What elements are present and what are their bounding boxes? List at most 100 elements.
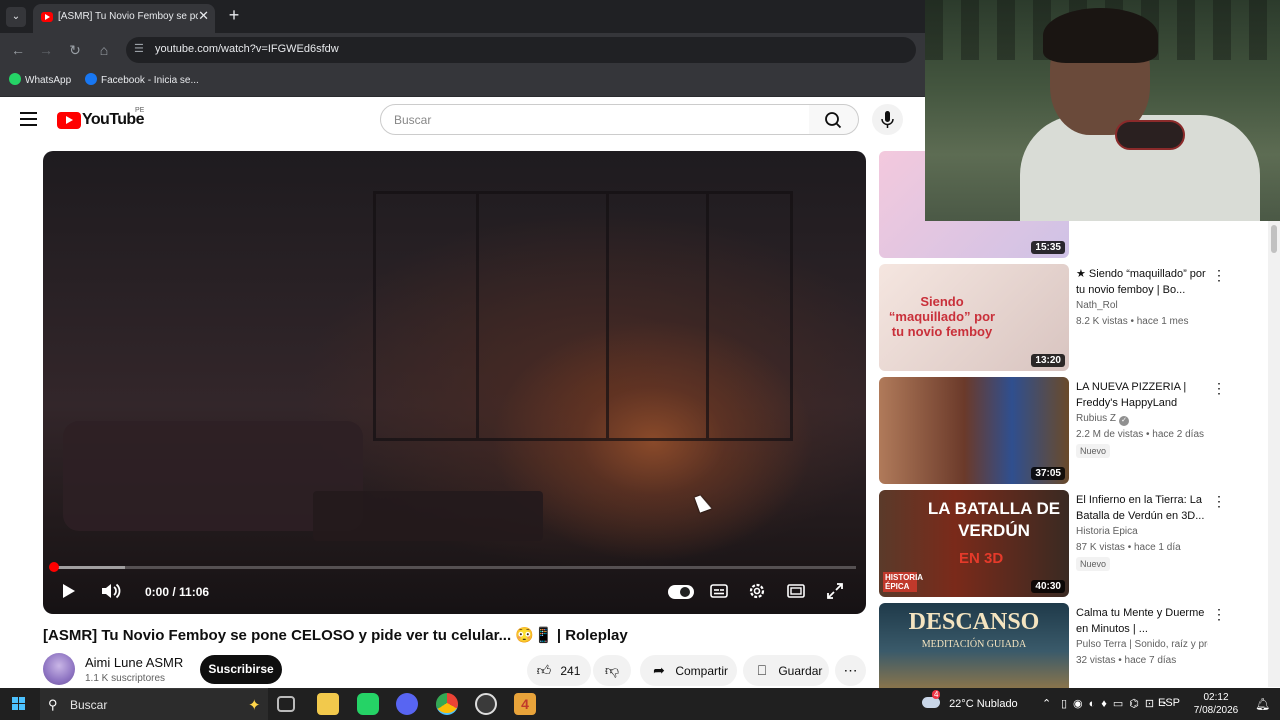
taskbar-search[interactable]: ⚲ Buscar ✦: [40, 688, 268, 720]
progress-bar[interactable]: [53, 566, 856, 569]
recommended-title[interactable]: El Infierno en la Tierra: La Batalla de …: [1076, 492, 1208, 524]
video-thumbnail[interactable]: LA BATALLA DE VERDÚN EN 3D HISTORIA ÉPIC…: [879, 490, 1069, 597]
url-text: youtube.com/watch?v=IFGWEd6sfdw: [155, 43, 339, 55]
whatsapp-icon[interactable]: [357, 693, 379, 715]
video-thumbnail[interactable]: DESCANSO MEDITACIÓN GUIADA: [879, 603, 1069, 688]
task-view-icon[interactable]: [277, 696, 295, 712]
language-indicator[interactable]: ESP: [1158, 697, 1180, 709]
video-thumbnail[interactable]: Siendo “maquillado” por tu novio femboy …: [879, 264, 1069, 371]
chrome-icon[interactable]: [436, 693, 458, 715]
miniplayer-button[interactable]: [786, 581, 806, 604]
recommended-meta: 32 vistas • hace 7 días: [1076, 655, 1177, 666]
dislike-button[interactable]: 👎︎: [593, 655, 631, 686]
search-icon: [825, 112, 842, 129]
recommended-video[interactable]: Siendo “maquillado” por tu novio femboy …: [879, 264, 1229, 371]
subtitles-button[interactable]: [709, 581, 729, 604]
fullscreen-button[interactable]: [825, 581, 845, 604]
bookmark-whatsapp[interactable]: WhatsApp: [9, 73, 71, 89]
recommended-channel[interactable]: Historia Épica: [1076, 526, 1208, 537]
obs-icon[interactable]: [475, 693, 497, 715]
verified-check-icon: ✓: [1119, 416, 1130, 426]
show-hidden-icons[interactable]: ⌃: [1042, 697, 1051, 710]
home-icon[interactable]: ⌂: [94, 40, 114, 60]
thumbs-up-icon: 👍︎: [536, 662, 552, 678]
volume-icon: [102, 583, 121, 599]
recommended-channel[interactable]: Pulso Terra | Sonido, raíz y prese...: [1076, 639, 1208, 650]
country-code: PE: [135, 107, 145, 114]
file-explorer-icon[interactable]: [317, 693, 339, 715]
video-player[interactable]: 0:00 / 11:06: [43, 151, 866, 614]
reload-icon[interactable]: ↻: [65, 40, 85, 60]
share-button[interactable]: ➦ Compartir: [640, 655, 737, 686]
more-actions-button[interactable]: ⋯: [835, 655, 866, 686]
recommended-channel[interactable]: Rubius Z ✓: [1076, 413, 1208, 426]
volume-button[interactable]: [100, 581, 122, 604]
save-button[interactable]: ⎕ Guardar: [743, 655, 829, 686]
subscribe-button[interactable]: Suscribirse: [200, 655, 282, 684]
duration-badge: 13:20: [1031, 354, 1065, 367]
close-tab-icon[interactable]: ✕: [198, 8, 209, 24]
recommended-video[interactable]: DESCANSO MEDITACIÓN GUIADA Calma tu Ment…: [879, 603, 1229, 688]
back-arrow-icon[interactable]: ←: [8, 40, 28, 60]
recommended-title[interactable]: ★ Siendo “maquillado” por tu novio fembo…: [1076, 266, 1208, 298]
recommended-title[interactable]: Calma tu Mente y Duerme en Minutos | ...: [1076, 605, 1208, 637]
hamburger-menu-icon[interactable]: [20, 112, 37, 126]
recommended-video[interactable]: LA BATALLA DE VERDÚN EN 3D HISTORIA ÉPIC…: [879, 490, 1229, 597]
notification-bell-icon[interactable]: 🔔︎: [1255, 697, 1270, 711]
clock[interactable]: 02:12 7/08/2026: [1186, 691, 1246, 717]
search-icon: ⚲: [48, 697, 58, 712]
youtube-logo[interactable]: YouTube PE: [57, 107, 144, 129]
voice-search-button[interactable]: [872, 104, 903, 135]
bookmark-label: WhatsApp: [25, 75, 72, 86]
new-tab-button[interactable]: +: [224, 5, 244, 25]
channel-avatar[interactable]: [43, 653, 75, 685]
youtube-play-logo-icon: [57, 111, 81, 129]
microphone-icon: [881, 111, 894, 128]
search-input[interactable]: Buscar: [380, 104, 810, 135]
forward-arrow-icon[interactable]: →: [36, 40, 56, 60]
channel-label: Rubius Z: [1076, 413, 1117, 424]
scrollbar-thumb[interactable]: [1271, 225, 1277, 253]
thumbnail-overlay-subtext: EN 3D: [959, 550, 1004, 567]
tab-search-button[interactable]: ⌄: [6, 7, 26, 27]
recommended-meta: 2.2 M de vistas • hace 2 días: [1076, 429, 1205, 440]
time-display: 0:00 / 11:06: [145, 585, 210, 599]
thumbnail-overlay-text: LA BATALLA DE VERDÚN: [927, 499, 1061, 540]
cloud-icon: 4: [922, 690, 941, 708]
autoplay-toggle[interactable]: [668, 585, 694, 599]
more-horizontal-icon: ⋯: [843, 662, 858, 678]
gear-icon: [749, 583, 765, 599]
discord-icon[interactable]: [396, 693, 418, 715]
thumbnail-overlay-text: DESCANSO: [908, 609, 1040, 635]
new-badge: Nuevo: [1076, 444, 1111, 458]
tab-title: [ASMR] Tu Novio Femboy se pc: [58, 11, 198, 22]
like-button[interactable]: 👍︎ 241: [527, 655, 591, 686]
more-vertical-icon[interactable]: ⋮: [1212, 381, 1226, 395]
bookmark-facebook[interactable]: Facebook - Inicia se...: [85, 73, 199, 89]
play-button[interactable]: [60, 581, 78, 604]
system-tray-icons[interactable]: ▯◉◐♦▭⌬⊡◔: [1061, 697, 1173, 710]
duration-badge: 40:30: [1031, 580, 1065, 593]
recommended-title[interactable]: LA NUEVA PIZZERIA | Freddy's HappyLand: [1076, 379, 1208, 411]
channel-name[interactable]: Aimi Lune ASMR: [85, 655, 183, 670]
browser-tab[interactable]: [ASMR] Tu Novio Femboy se pc ✕: [33, 4, 215, 33]
windows-start-icon[interactable]: [12, 697, 26, 711]
weather-widget[interactable]: 4 22°C Nublado: [922, 690, 1018, 710]
app-4-icon[interactable]: 4: [514, 693, 536, 715]
search-button[interactable]: [809, 104, 859, 135]
video-thumbnail[interactable]: 37:05: [879, 377, 1069, 484]
address-bar[interactable]: ☰ youtube.com/watch?v=IFGWEd6sfdw: [126, 37, 916, 63]
clock-date: 7/08/2026: [1193, 705, 1239, 716]
recommended-channel[interactable]: Nath_Rol: [1076, 300, 1208, 311]
more-vertical-icon[interactable]: ⋮: [1212, 607, 1226, 621]
settings-button[interactable]: [747, 581, 767, 604]
more-vertical-icon[interactable]: ⋮: [1212, 268, 1226, 282]
youtube-favicon-icon: [41, 12, 53, 22]
page-scrollbar[interactable]: [1268, 221, 1280, 687]
subtitles-icon: [710, 584, 728, 598]
more-vertical-icon[interactable]: ⋮: [1212, 494, 1226, 508]
site-info-icon[interactable]: ☰: [134, 42, 148, 56]
scrubber-handle[interactable]: [49, 562, 59, 572]
recommended-video[interactable]: 37:05 LA NUEVA PIZZERIA | Freddy's Happy…: [879, 377, 1229, 484]
webcam-person-hair: [1043, 8, 1158, 63]
